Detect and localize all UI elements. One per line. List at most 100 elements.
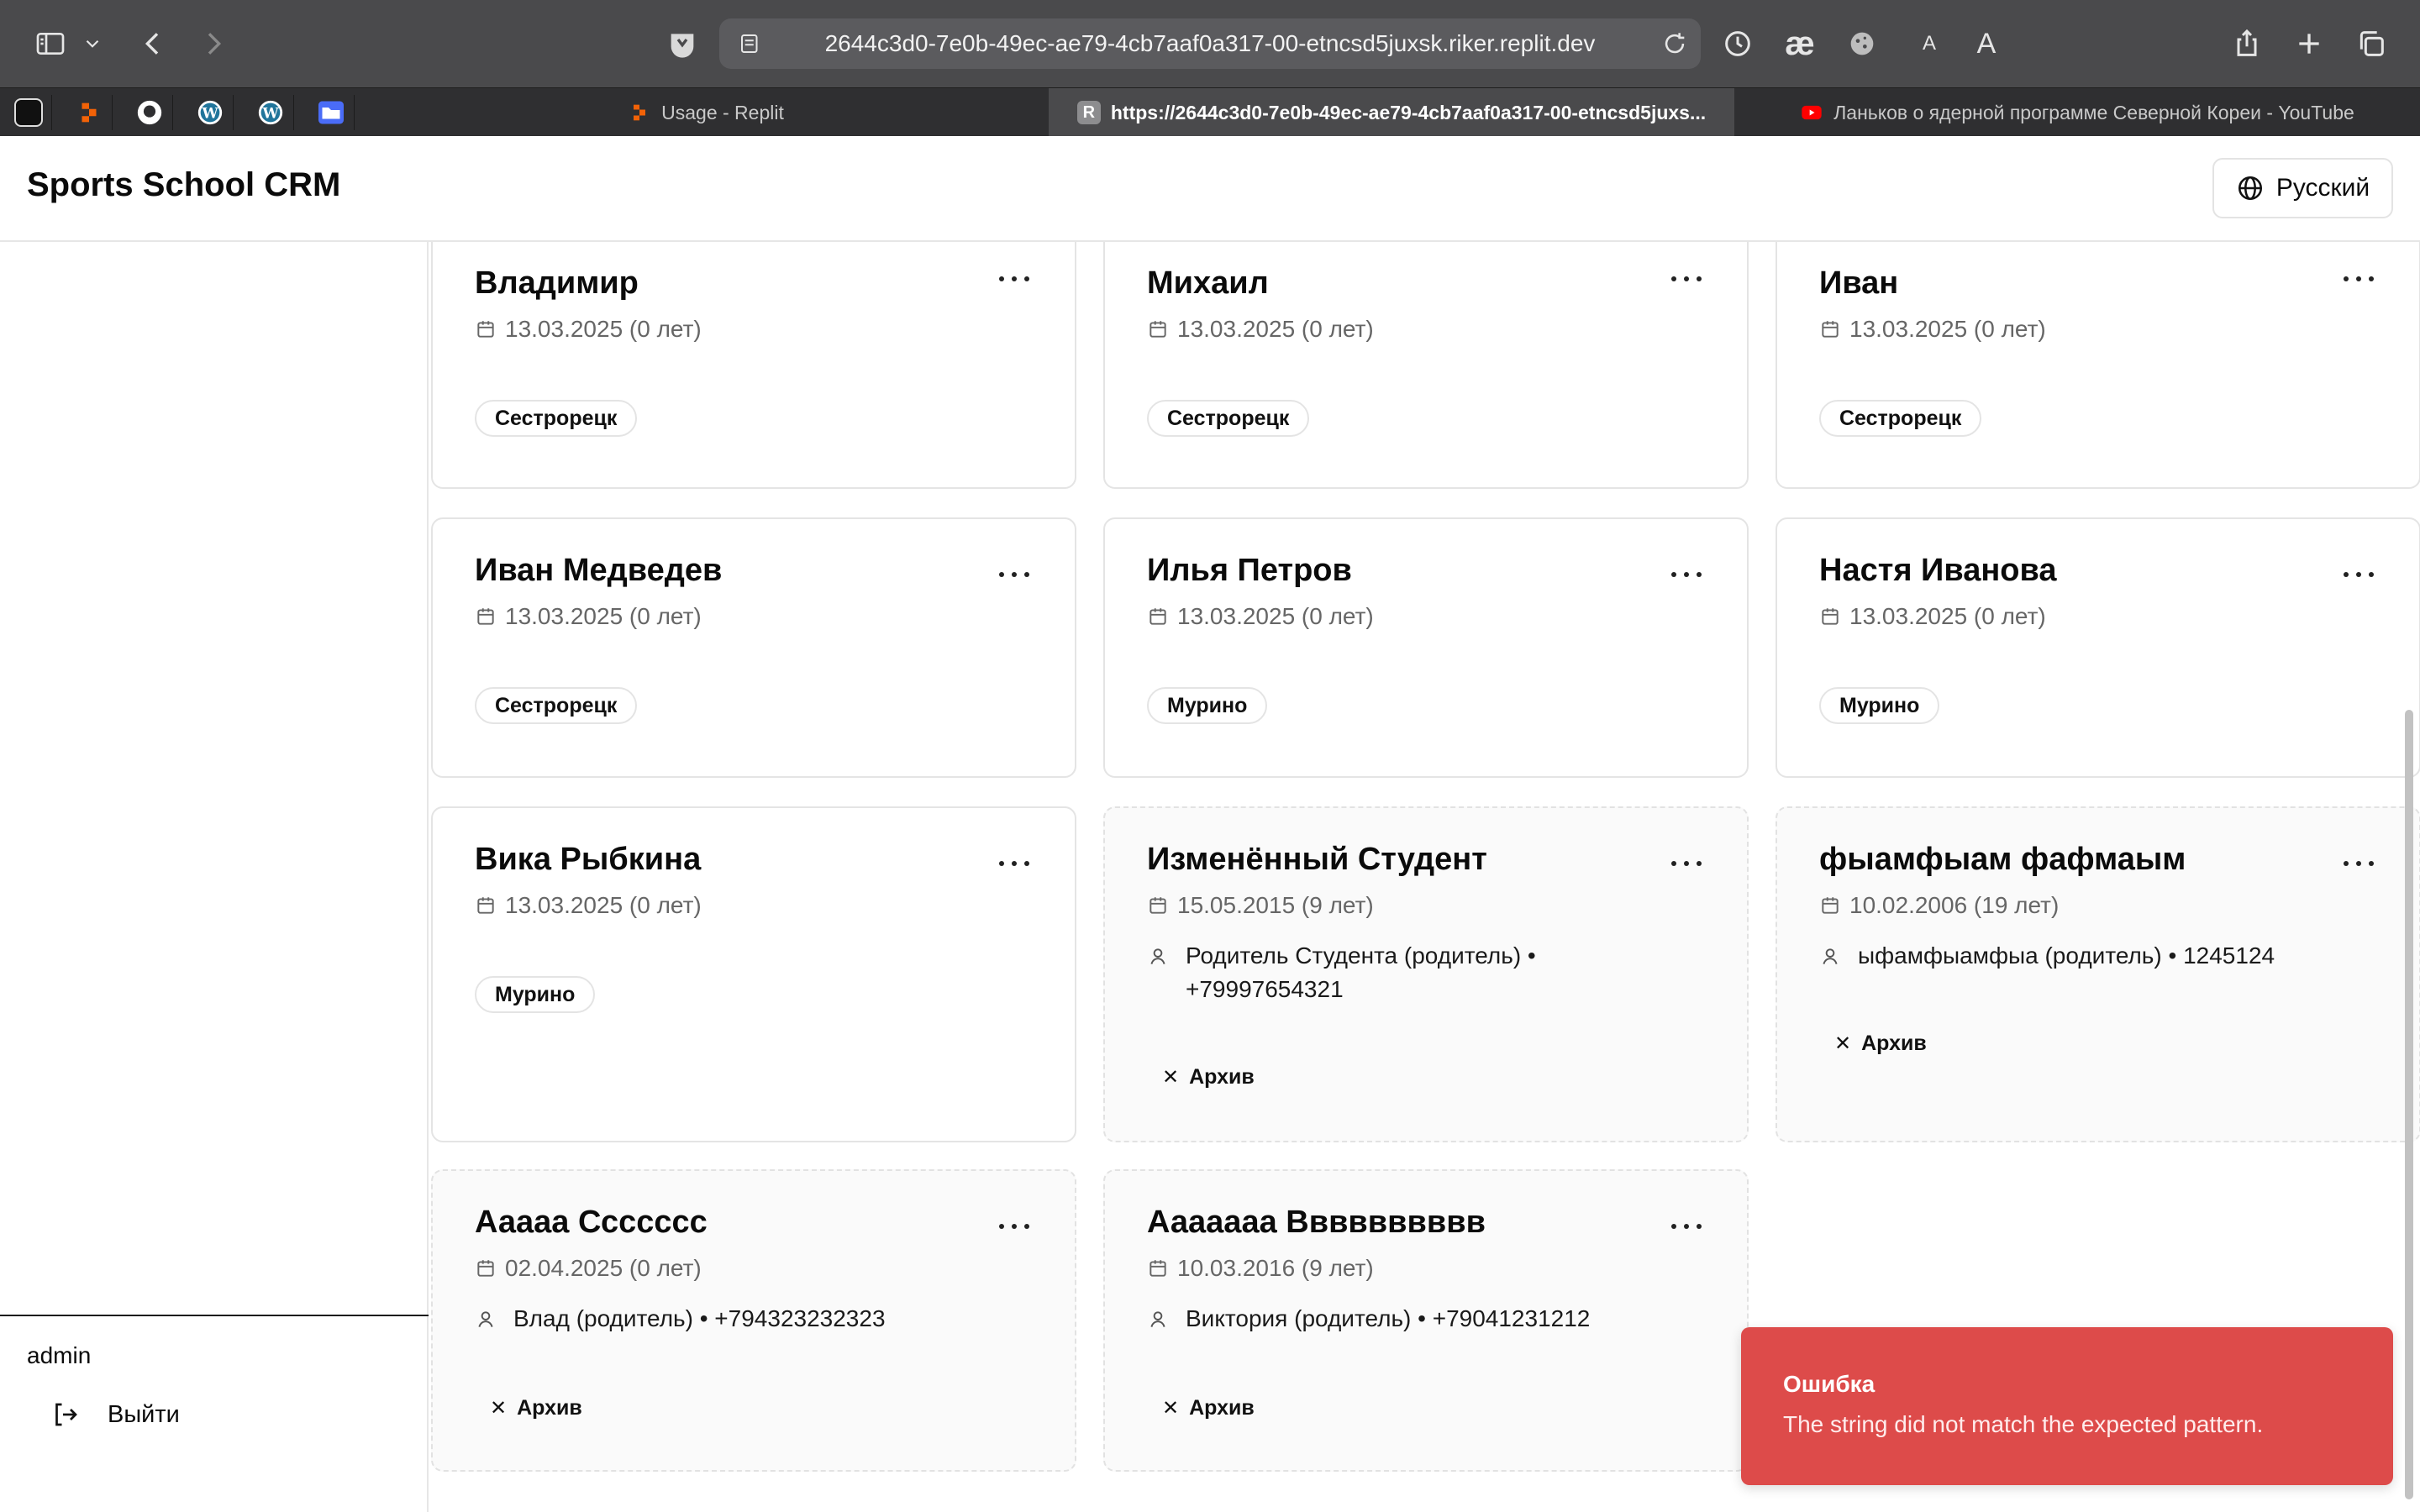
more-options-icon[interactable] — [999, 270, 1029, 287]
tab-current-app[interactable]: R https://2644c3d0-7e0b-49ec-ae79-4cb7aa… — [1049, 88, 1734, 137]
student-name: Михаил — [1147, 265, 1269, 301]
language-button[interactable]: Русский — [2212, 158, 2393, 218]
archive-tag: ✕ Архив — [490, 1395, 582, 1420]
page-scrollbar[interactable] — [2405, 710, 2413, 1499]
calendar-icon — [477, 1260, 494, 1277]
globe-icon — [2238, 176, 2262, 201]
more-options-icon[interactable] — [1671, 566, 1702, 583]
share-icon[interactable] — [2222, 18, 2272, 69]
archive-tag: ✕ Архив — [1162, 1064, 1255, 1089]
tab-usage-replit[interactable]: Usage - Replit — [366, 88, 1045, 137]
cookie-icon[interactable] — [1837, 18, 1887, 69]
student-name: Ааааа Ссссссс — [475, 1205, 708, 1240]
pinned-tab-folder[interactable] — [308, 95, 355, 130]
history-icon[interactable] — [1712, 18, 1763, 69]
svg-text:W: W — [261, 105, 279, 122]
font-increase-button[interactable]: A — [1961, 18, 2012, 69]
pinned-tab-wordpress-2[interactable]: W — [247, 95, 294, 130]
parent-contact: ыфамфыамфыа (родитель) • 1245124 — [1819, 939, 2365, 973]
location-badge: Мурино — [1819, 687, 1940, 724]
more-options-icon[interactable] — [2344, 855, 2374, 872]
more-options-icon[interactable] — [999, 1218, 1029, 1235]
more-options-icon[interactable] — [1671, 855, 1702, 872]
student-card[interactable]: Владимир 13.03.2025 (0 лет) Сестрорецк — [431, 242, 1076, 489]
tab-youtube[interactable]: Ланьков о ядерной программе Северной Кор… — [1738, 88, 2417, 137]
logout-button[interactable]: Выйти — [50, 1396, 180, 1433]
archive-tag: ✕ Архив — [1834, 1031, 1927, 1055]
student-card-archived[interactable]: Ааааааа Вввввввввв 10.03.2016 (9 лет) Ви… — [1103, 1169, 1749, 1472]
student-card-archived[interactable]: фыамфыам фафмаым 10.02.2006 (19 лет) ыфа… — [1776, 806, 2420, 1142]
svg-text:W: W — [201, 105, 218, 122]
font-decrease-button[interactable]: A — [1904, 18, 1954, 69]
calendar-icon — [477, 897, 494, 914]
more-options-icon[interactable] — [1671, 1218, 1702, 1235]
student-card[interactable]: Иван 13.03.2025 (0 лет) Сестрорецк — [1776, 242, 2420, 489]
reload-icon[interactable] — [1660, 29, 1689, 58]
birth-date: 13.03.2025 (0 лет) — [475, 316, 702, 343]
error-toast[interactable]: Ошибка The string did not match the expe… — [1741, 1327, 2393, 1485]
close-icon: ✕ — [1834, 1032, 1852, 1055]
parent-contact: Виктория (родитель) • +79041231212 — [1147, 1302, 1693, 1336]
student-card[interactable]: Иван Медведев 13.03.2025 (0 лет) Сестрор… — [431, 517, 1076, 778]
github-icon — [137, 100, 161, 125]
calendar-icon — [1150, 1260, 1166, 1277]
replit-icon — [75, 98, 103, 127]
calendar-icon — [1822, 897, 1839, 914]
student-card[interactable]: Михаил 13.03.2025 (0 лет) Сестрорецк — [1103, 242, 1749, 489]
birth-date: 13.03.2025 (0 лет) — [1819, 316, 2046, 343]
location-badge: Сестрорецк — [475, 400, 638, 437]
birth-date: 02.04.2025 (0 лет) — [475, 1255, 702, 1282]
student-name: Иван Медведев — [475, 553, 723, 588]
calendar-icon — [1150, 321, 1166, 338]
student-name: Вика Рыбкина — [475, 842, 702, 877]
student-card-archived[interactable]: Ааааа Ссссссс 02.04.2025 (0 лет) Влад (р… — [431, 1169, 1076, 1472]
students-grid: Владимир 13.03.2025 (0 лет) Сестрорецк М… — [429, 242, 2420, 1512]
birth-date: 15.05.2015 (9 лет) — [1147, 892, 1374, 919]
more-options-icon[interactable] — [1671, 270, 1702, 287]
site-settings-icon[interactable] — [738, 31, 763, 56]
sidebar-toggle-icon[interactable] — [25, 18, 76, 69]
url-text: 2644c3d0-7e0b-49ec-ae79-4cb7aaf0a317-00-… — [824, 30, 1596, 56]
back-icon[interactable] — [128, 18, 178, 69]
forward-icon[interactable] — [188, 18, 239, 69]
tab-title: Usage - Replit — [661, 101, 784, 123]
more-options-icon[interactable] — [999, 566, 1029, 583]
student-name: фыамфыам фафмаым — [1819, 842, 2186, 877]
shield-extension-icon[interactable] — [657, 18, 708, 69]
app-header: Sports School CRM Русский — [0, 136, 2420, 242]
app-title: Sports School CRM — [27, 166, 341, 203]
birth-date: 13.03.2025 (0 лет) — [1819, 603, 2046, 630]
browser-toolbar: 2644c3d0-7e0b-49ec-ae79-4cb7aaf0a317-00-… — [0, 0, 2420, 87]
more-options-icon[interactable] — [999, 855, 1029, 872]
location-badge: Сестрорецк — [1819, 400, 1982, 437]
student-name: Иван — [1819, 265, 1899, 301]
student-card[interactable]: Настя Иванова 13.03.2025 (0 лет) Мурино — [1776, 517, 2420, 778]
youtube-icon — [1802, 105, 1822, 120]
student-name: Владимир — [475, 265, 639, 301]
sidebar: admin Выйти — [0, 242, 429, 1512]
pinned-tab-replit[interactable] — [66, 95, 113, 130]
ae-extension-icon[interactable]: æ — [1775, 18, 1825, 69]
address-bar[interactable]: 2644c3d0-7e0b-49ec-ae79-4cb7aaf0a317-00-… — [719, 18, 1701, 69]
student-name: Илья Петров — [1147, 553, 1352, 588]
location-badge: Сестрорецк — [1147, 400, 1310, 437]
parent-contact: Родитель Студента (родитель) • +79997654… — [1147, 939, 1693, 1006]
more-options-icon[interactable] — [2344, 566, 2374, 583]
student-card[interactable]: Илья Петров 13.03.2025 (0 лет) Мурино — [1103, 517, 1749, 778]
new-tab-icon[interactable] — [2284, 18, 2334, 69]
toast-title: Ошибка — [1783, 1371, 1876, 1397]
tab-bar: W W Usage - Replit R https://2644c3d0-7e… — [0, 87, 2420, 137]
pinned-tab-github[interactable] — [126, 95, 173, 130]
more-options-icon[interactable] — [2344, 270, 2374, 287]
chevron-down-icon[interactable] — [76, 18, 109, 69]
current-user: admin — [27, 1342, 92, 1368]
pinned-tab-wordpress-1[interactable]: W — [187, 95, 234, 130]
birth-date: 13.03.2025 (0 лет) — [1147, 316, 1374, 343]
pinned-tab-chatgpt[interactable] — [5, 95, 52, 130]
location-badge: Мурино — [1147, 687, 1268, 724]
archive-tag: ✕ Архив — [1162, 1395, 1255, 1420]
student-card[interactable]: Вика Рыбкина 13.03.2025 (0 лет) Мурино — [431, 806, 1076, 1142]
student-card-archived[interactable]: Изменённый Студент 15.05.2015 (9 лет) Ро… — [1103, 806, 1749, 1142]
sidebar-divider — [0, 1315, 429, 1316]
tab-overview-icon[interactable] — [2346, 18, 2396, 69]
